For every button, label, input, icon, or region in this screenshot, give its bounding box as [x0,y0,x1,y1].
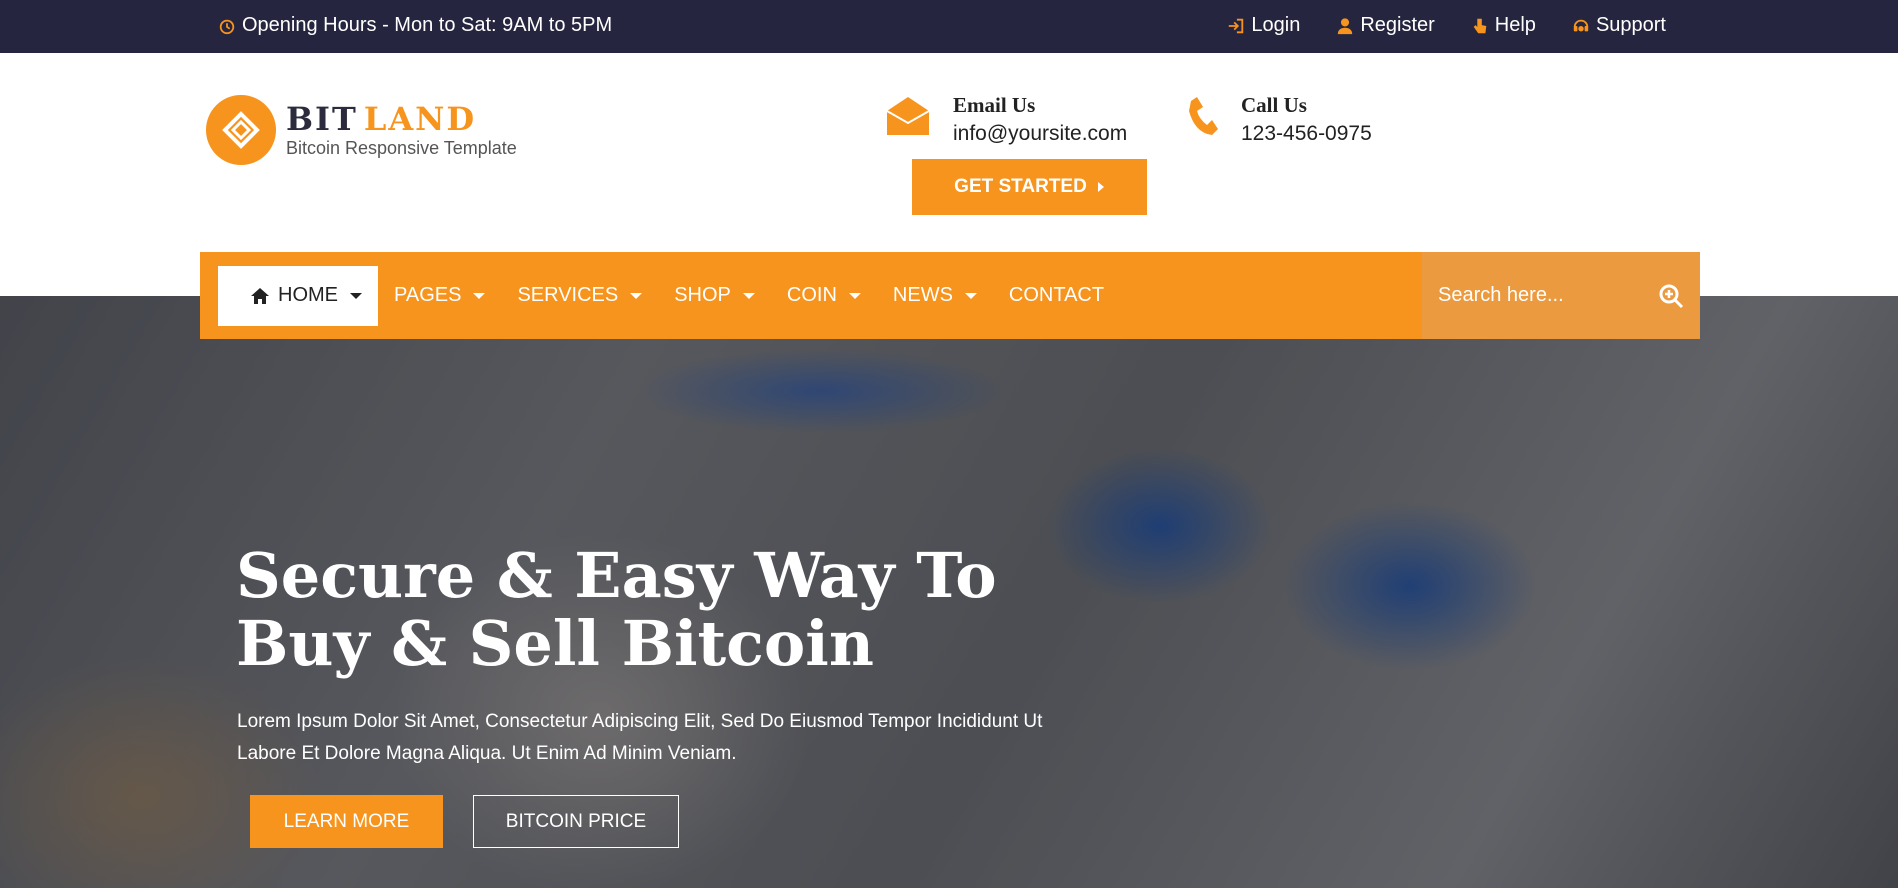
learn-more-label: LEARN MORE [283,810,410,832]
chevron-down-icon [848,292,861,299]
chevron-down-icon [630,292,643,299]
search-plus-icon [1659,284,1684,308]
caret-right-icon [1097,182,1104,192]
nav-item-home[interactable]: HOME [218,265,378,326]
logo-icon [206,95,276,165]
user-icon [1338,17,1353,34]
login-label: Login [1251,14,1301,36]
nav-item-shop[interactable]: SHOP [658,266,771,326]
hero-text: Lorem Ipsum Dolor Sit Amet, Consectetur … [237,711,1043,764]
nav-home-label: HOME [278,284,338,306]
register-link[interactable]: Register [1336,14,1435,37]
opening-hours: Opening Hours - Mon to Sat: 9AM to 5PM [218,14,612,37]
email-label: Email Us [953,93,1036,117]
nav-coin-label: COIN [786,284,837,306]
nav-services-label: SERVICES [517,284,619,306]
support-link[interactable]: Support [1572,14,1666,37]
nav-item-pages[interactable]: PAGES [378,266,501,326]
nav-item-coin[interactable]: COIN [771,266,877,326]
logo-tagline: Bitcoin Responsive Template [286,137,517,158]
email-contact: Email Us info@yoursite.com [885,93,1127,146]
chevron-down-icon [473,292,486,299]
login-link[interactable]: Login [1227,14,1300,37]
call-contact: Call Us 123-456-0975 [1185,93,1372,146]
nav-item-news[interactable]: NEWS [877,266,993,326]
clock-icon [219,19,235,34]
learn-more-button[interactable]: LEARN MORE [250,795,443,848]
search-input[interactable] [1438,284,1638,307]
logo-text: BIT LAND Bitcoin Responsive Template [286,102,517,159]
bitcoin-price-button[interactable]: BITCOIN PRICE [473,795,679,848]
email-value[interactable]: info@yoursite.com [953,122,1127,146]
help-link[interactable]: Help [1471,14,1536,37]
nav-pages-label: PAGES [394,284,462,306]
hero-title: Secure & Easy Way To Buy & Sell Bitcoin [236,539,997,680]
chevron-down-icon [964,292,977,299]
main-nav: HOME PAGES SERVICES SHOP COIN NEWS CONTA… [200,252,1700,339]
home-icon [251,287,269,304]
site-logo[interactable]: BIT LAND Bitcoin Responsive Template [206,95,517,165]
call-label: Call Us [1241,93,1307,117]
headset-icon [1573,19,1589,31]
nav-item-contact[interactable]: CONTACT [993,266,1120,326]
call-value[interactable]: 123-456-0975 [1241,122,1372,146]
support-label: Support [1595,14,1666,36]
top-bar: Opening Hours - Mon to Sat: 9AM to 5PM L… [0,0,1898,53]
get-started-label: GET STARTED [954,176,1087,197]
nav-item-services[interactable]: SERVICES [501,266,658,326]
sign-in-icon [1229,18,1244,33]
logo-brand-part2: LAND [363,99,477,138]
logo-brand-part1: BIT [286,99,358,138]
search-button[interactable] [1658,283,1684,309]
nav-shop-label: SHOP [674,284,731,306]
nav-contact-label: CONTACT [1008,284,1105,306]
search-box [1422,252,1700,339]
bitcoin-price-label: BITCOIN PRICE [505,810,647,832]
nav-news-label: NEWS [892,284,953,306]
register-label: Register [1360,14,1435,36]
chevron-down-icon [350,292,362,299]
get-started-button[interactable]: GET STARTED [912,159,1147,215]
hero-banner: Secure & Easy Way To Buy & Sell Bitcoin … [0,296,1898,888]
phone-icon [1189,97,1218,135]
top-links: Login Register Help Support [1227,14,1666,37]
help-label: Help [1494,14,1536,36]
logo-brand: BIT LAND [286,102,517,136]
envelope-icon [886,97,930,135]
hand-pointer-icon [1473,18,1487,33]
opening-hours-text: Opening Hours - Mon to Sat: 9AM to 5PM [242,14,613,36]
chevron-down-icon [742,292,755,299]
